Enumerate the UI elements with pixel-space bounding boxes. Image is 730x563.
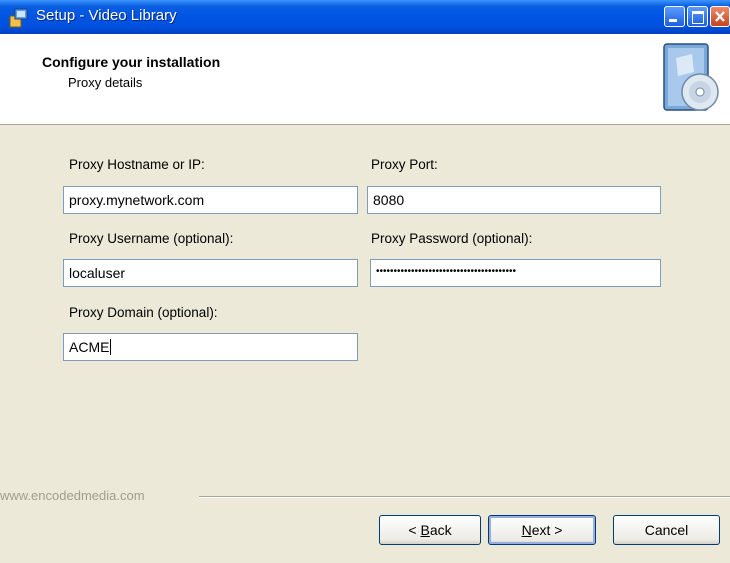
brand-text: www.encodedmedia.com [0, 488, 145, 503]
next-button[interactable]: Next > [488, 515, 596, 545]
proxy-username-input[interactable]: localuser [63, 259, 358, 287]
proxy-port-input[interactable]: 8080 [367, 186, 661, 214]
proxy-domain-value: ACME [69, 339, 110, 355]
proxy-port-label: Proxy Port: [371, 157, 438, 172]
installer-disc-icon [663, 43, 719, 111]
proxy-password-input[interactable]: •••••••••••••••••••••••••••••••••••••••• [370, 259, 661, 287]
setup-window: Setup - Video Library Configure your ins… [0, 0, 730, 563]
text-cursor [110, 339, 112, 355]
maximize-icon [692, 11, 704, 24]
close-icon [715, 11, 725, 22]
minimize-button[interactable] [664, 6, 685, 27]
proxy-hostname-input[interactable]: proxy.mynetwork.com [63, 186, 358, 214]
close-button[interactable] [710, 6, 730, 27]
back-label-rest: ack [429, 522, 452, 538]
proxy-hostname-label: Proxy Hostname or IP: [69, 157, 205, 172]
footer-divider-highlight [199, 497, 730, 498]
minimize-icon [669, 19, 677, 22]
proxy-domain-label: Proxy Domain (optional): [69, 305, 218, 320]
maximize-button[interactable] [687, 6, 708, 27]
cancel-button[interactable]: Cancel [613, 515, 720, 545]
proxy-domain-input[interactable]: ACME [63, 333, 358, 361]
page-title: Configure your installation [42, 54, 221, 70]
title-bar[interactable]: Setup - Video Library [0, 0, 730, 34]
proxy-password-label: Proxy Password (optional): [371, 231, 533, 246]
back-hotkey: B [420, 522, 430, 538]
setup-app-icon [9, 8, 28, 28]
window-title: Setup - Video Library [36, 7, 177, 24]
back-button[interactable]: < Back [379, 515, 481, 545]
next-hotkey: N [521, 522, 532, 538]
next-label-rest: ext > [531, 522, 563, 538]
back-prefix: < [408, 522, 421, 538]
page-subtitle: Proxy details [68, 75, 143, 90]
proxy-username-label: Proxy Username (optional): [69, 231, 234, 246]
